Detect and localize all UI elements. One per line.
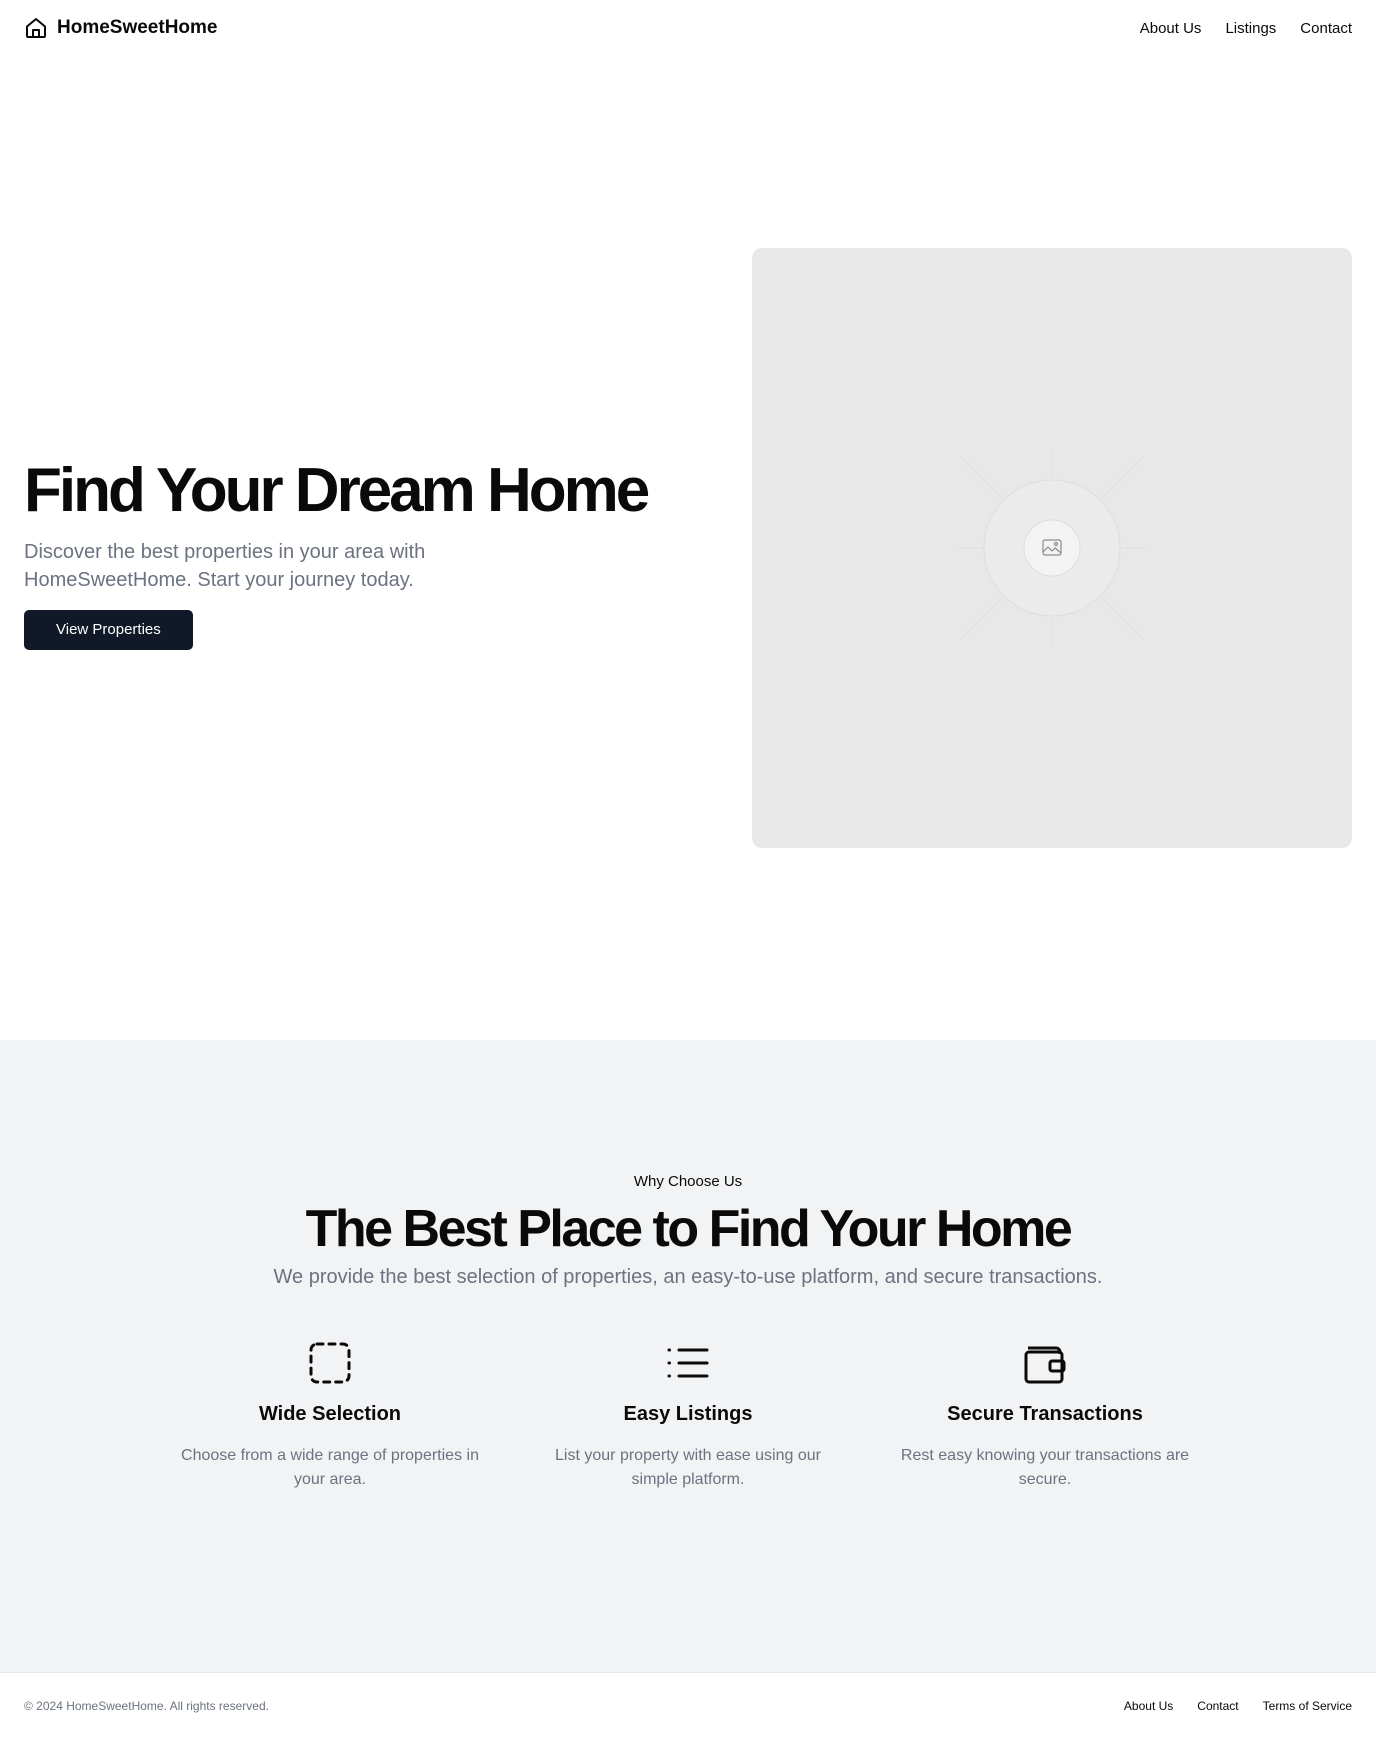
site-footer: © 2024 HomeSweetHome. All rights reserve…	[0, 1672, 1376, 1738]
feature-text: Rest easy knowing your transactions are …	[900, 1447, 1190, 1488]
footer-link-terms[interactable]: Terms of Service	[1263, 1699, 1352, 1713]
feature-text: Choose from a wide range of properties i…	[181, 1447, 479, 1488]
list-icon	[667, 1348, 709, 1378]
footer-link-contact[interactable]: Contact	[1197, 1699, 1238, 1713]
features-eyebrow: Why Choose Us	[633, 1173, 743, 1190]
features-subtitle: We provide the best selection of propert…	[273, 1266, 1103, 1288]
image-placeholder-icon	[957, 453, 1147, 643]
hero-text: Find Your Dream Home Discover the best p…	[24, 456, 704, 650]
wallet-icon	[1024, 1346, 1066, 1384]
feature-secure-transactions: Secure Transactions Rest easy knowing yo…	[885, 1340, 1205, 1492]
nav-listings[interactable]: Listings	[1225, 20, 1276, 37]
brand-link[interactable]: HomeSweetHome	[24, 16, 218, 40]
main-nav: About Us Listings Contact	[1140, 20, 1352, 37]
feature-title: Secure Transactions	[947, 1403, 1143, 1425]
copyright-text: © 2024 HomeSweetHome. All rights reserve…	[24, 1698, 269, 1713]
footer-link-about-us[interactable]: About Us	[1124, 1699, 1173, 1713]
selection-icon	[309, 1342, 351, 1384]
hero-section: Find Your Dream Home Discover the best p…	[0, 56, 1376, 1040]
feature-wide-selection: Wide Selection Choose from a wide range …	[170, 1340, 490, 1492]
nav-contact[interactable]: Contact	[1300, 20, 1352, 37]
features-title: The Best Place to Find Your Home	[305, 1200, 1073, 1258]
hero-title: Find Your Dream Home	[24, 456, 650, 525]
hero-subtitle: Discover the best properties in your are…	[24, 541, 426, 591]
site-header: HomeSweetHome About Us Listings Contact	[0, 0, 1376, 56]
home-icon	[26, 18, 46, 38]
footer-nav: About Us Contact Terms of Service	[1124, 1699, 1352, 1713]
brand-name: HomeSweetHome	[57, 17, 218, 38]
view-properties-button[interactable]: View Properties	[24, 610, 193, 650]
feature-title: Easy Listings	[623, 1403, 753, 1425]
feature-easy-listings: Easy Listings List your property with ea…	[528, 1340, 848, 1492]
nav-about-us[interactable]: About Us	[1140, 20, 1202, 37]
hero-image-placeholder	[752, 248, 1352, 848]
features-section: Why Choose Us The Best Place to Find You…	[0, 1040, 1376, 1672]
feature-text: List your property with ease using our s…	[555, 1447, 821, 1488]
feature-title: Wide Selection	[258, 1403, 402, 1425]
